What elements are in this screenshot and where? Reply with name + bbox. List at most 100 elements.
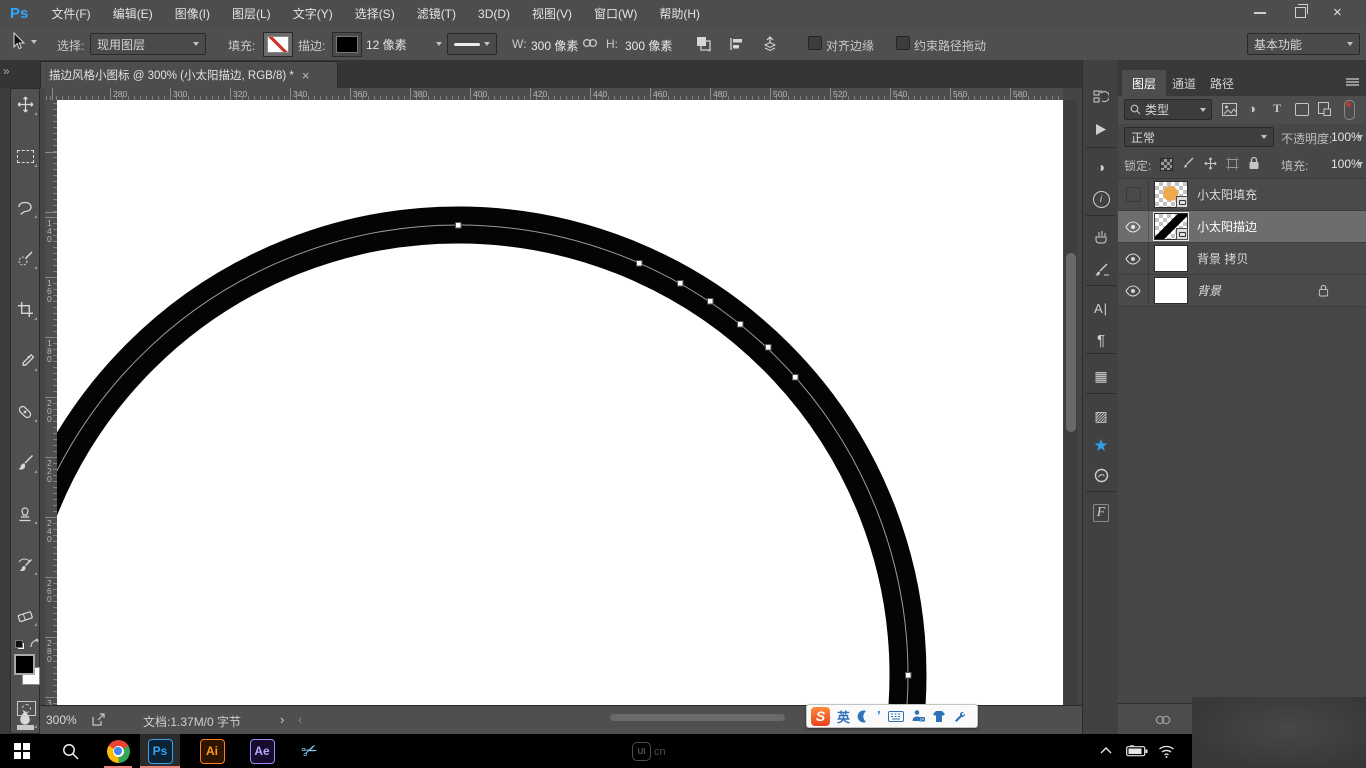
fill-caret-icon[interactable] <box>1357 162 1363 166</box>
menu-image[interactable]: 图像(I) <box>164 0 221 27</box>
close-icon[interactable]: × <box>1333 4 1342 21</box>
filter-shape-layers-icon[interactable] <box>1295 103 1309 116</box>
filter-type-dropdown[interactable]: 类型 <box>1124 99 1212 120</box>
toolbar-collapse-arrows[interactable]: » <box>3 64 10 78</box>
layer-thumbnail[interactable] <box>1154 181 1188 208</box>
zoom-level[interactable]: 300% <box>46 713 77 727</box>
wifi-icon[interactable] <box>1158 744 1175 758</box>
share-icon[interactable] <box>92 713 105 726</box>
stroke-width-field[interactable]: 12 像素 <box>366 33 442 55</box>
tool-clone-stamp[interactable] <box>11 501 39 526</box>
illustrator-app-button[interactable]: Ai <box>192 734 232 768</box>
height-value[interactable]: 300 像素 <box>625 37 672 54</box>
blend-mode-dropdown[interactable]: 正常 <box>1124 127 1274 147</box>
stroke-swatch[interactable] <box>332 32 362 57</box>
paragraph-panel-button[interactable]: ¶ <box>1083 325 1119 355</box>
visibility-toggle[interactable] <box>1118 275 1149 306</box>
filter-pixel-layers-icon[interactable] <box>1222 103 1237 116</box>
link-layers-icon[interactable] <box>1154 714 1172 726</box>
vertical-scrollbar[interactable] <box>1064 100 1077 705</box>
lock-paint-icon[interactable] <box>1182 157 1195 170</box>
ime-fullhalf-moon-icon[interactable] <box>857 710 870 723</box>
layer-name[interactable]: 小太阳填充 <box>1197 186 1257 203</box>
menu-help[interactable]: 帮助(H) <box>648 0 711 27</box>
minimize-button[interactable] <box>1254 12 1266 14</box>
align-edges-checkbox[interactable] <box>808 36 822 50</box>
filter-adjustment-layers-icon[interactable]: ◑ <box>1248 101 1256 116</box>
layer-row-background-copy[interactable]: 背景 拷贝 <box>1118 243 1366 275</box>
menu-edit[interactable]: 编辑(E) <box>102 0 164 27</box>
horizontal-scrollbar-thumb[interactable] <box>610 714 785 721</box>
tab-layers[interactable]: 图层 <box>1122 70 1166 96</box>
tool-healing-brush[interactable] <box>11 399 39 424</box>
filter-switch-toggle[interactable] <box>1344 100 1355 120</box>
layer-name[interactable]: 背景 <box>1197 282 1221 299</box>
character-styles-panel-button[interactable]: F <box>1083 498 1119 528</box>
aftereffects-app-button[interactable]: Ae <box>242 734 282 768</box>
info-panel-button[interactable]: i <box>1083 184 1119 214</box>
menu-window[interactable]: 窗口(W) <box>583 0 648 27</box>
link-dimensions-icon[interactable] <box>582 37 598 49</box>
opacity-caret-icon[interactable] <box>1357 135 1363 139</box>
character-panel-button[interactable]: A| <box>1083 293 1119 323</box>
status-menu-arrow[interactable]: › <box>280 712 284 727</box>
layer-name[interactable]: 背景 拷贝 <box>1197 250 1248 267</box>
tool-brush[interactable] <box>11 450 39 475</box>
tool-history-brush[interactable] <box>11 552 39 577</box>
path-alignment-icon[interactable] <box>728 35 746 53</box>
search-button[interactable] <box>52 734 88 768</box>
default-colors-icon[interactable] <box>15 640 25 650</box>
tool-eraser[interactable] <box>11 603 39 628</box>
width-value[interactable]: 300 像素 <box>531 37 578 54</box>
brush-settings-panel-button[interactable] <box>1083 255 1119 285</box>
canvas[interactable] <box>57 100 1063 705</box>
visibility-toggle[interactable] <box>1118 243 1149 274</box>
menu-filter[interactable]: 滤镜(T) <box>406 0 467 27</box>
menu-3d[interactable]: 3D(D) <box>467 0 521 27</box>
select-mode-dropdown[interactable]: 现用图层 <box>90 33 206 55</box>
glyphs-panel-button[interactable]: ▦ <box>1083 361 1119 391</box>
tool-crop[interactable] <box>11 297 39 322</box>
ime-person-icon[interactable]: 24 <box>911 709 925 723</box>
ime-settings-wrench-icon[interactable] <box>953 710 966 723</box>
tool-quick-select[interactable] <box>11 246 39 271</box>
layer-row-sun-stroke[interactable]: 小太阳描边 <box>1118 211 1366 243</box>
vertical-scrollbar-thumb[interactable] <box>1066 253 1076 432</box>
brushes-panel-button[interactable] <box>1083 223 1119 253</box>
ime-punctuation-icon[interactable]: ’ <box>877 711 881 721</box>
adjustments-panel-button[interactable]: ◑ <box>1083 152 1119 182</box>
document-tab[interactable]: 描边风格小图标 @ 300% (小太阳描边, RGB/8) * × <box>40 61 338 88</box>
path-arrangement-icon[interactable] <box>761 34 780 53</box>
constrain-path-checkbox[interactable] <box>896 36 910 50</box>
fill-swatch[interactable] <box>263 32 293 57</box>
current-tool-button[interactable] <box>10 32 37 52</box>
tool-move[interactable] <box>11 92 39 117</box>
ime-skin-icon[interactable] <box>932 710 946 723</box>
tool-lasso[interactable] <box>11 195 39 220</box>
visibility-toggle[interactable] <box>1118 179 1149 210</box>
menu-view[interactable]: 视图(V) <box>521 0 583 27</box>
chrome-app-button[interactable] <box>100 734 136 768</box>
tool-eyedropper[interactable] <box>11 348 39 373</box>
screenshot-tool-button[interactable]: ✂ <box>290 734 330 768</box>
tray-expand-icon[interactable] <box>1100 747 1112 754</box>
lock-transparent-icon[interactable] <box>1160 158 1173 171</box>
hscroll-left-arrow[interactable]: ‹ <box>298 712 302 727</box>
ime-keyboard-icon[interactable] <box>888 711 904 722</box>
workspace-dropdown[interactable]: 基本功能 <box>1247 33 1360 55</box>
filter-type-layers-icon[interactable]: T <box>1273 101 1281 116</box>
menu-layer[interactable]: 图层(L) <box>221 0 282 27</box>
lock-all-icon[interactable] <box>1248 156 1260 170</box>
libraries-panel-button[interactable]: ★ <box>1083 431 1119 461</box>
tool-marquee[interactable] <box>11 144 39 169</box>
layer-thumbnail[interactable] <box>1154 277 1188 304</box>
layer-name[interactable]: 小太阳描边 <box>1197 218 1257 235</box>
tab-close-icon[interactable]: × <box>302 68 310 83</box>
start-button[interactable] <box>4 734 40 768</box>
layer-row-sun-fill[interactable]: 小太阳填充 <box>1118 179 1366 211</box>
history-panel-button[interactable] <box>1083 82 1119 112</box>
ime-toolbar[interactable]: S 英 ’ 24 <box>806 704 978 728</box>
lock-move-icon[interactable] <box>1204 157 1217 170</box>
lock-artboard-icon[interactable] <box>1226 157 1239 170</box>
foreground-color-swatch[interactable] <box>14 654 35 675</box>
